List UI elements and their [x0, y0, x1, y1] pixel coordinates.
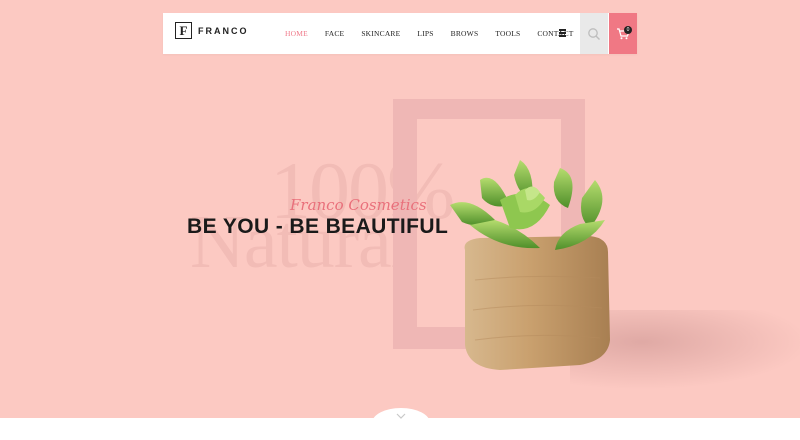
- chevron-down-icon: [396, 413, 406, 419]
- search-icon: [588, 27, 600, 40]
- top-navbar: F FRANCO HOME FACE SKINCARE LIPS BROWS T…: [163, 13, 637, 54]
- nav-item-skincare[interactable]: SKINCARE: [361, 29, 400, 38]
- scroll-down-button[interactable]: [372, 408, 430, 438]
- hero-script-title: Franco Cosmetics: [290, 196, 427, 214]
- logo-mark: F: [175, 22, 192, 39]
- hero-section: 100% Natural Franco Cosmetics BE YOU - B…: [0, 0, 800, 440]
- hamburger-icon[interactable]: [559, 29, 567, 37]
- cart-button[interactable]: 0: [609, 13, 637, 54]
- search-button[interactable]: [580, 13, 608, 54]
- nav-item-tools[interactable]: TOOLS: [495, 29, 520, 38]
- succulent-plant-image: [450, 160, 610, 370]
- cart-count-badge: 0: [624, 26, 632, 34]
- nav-item-brows[interactable]: BROWS: [451, 29, 479, 38]
- nav-item-home[interactable]: HOME: [285, 29, 308, 38]
- nav-item-face[interactable]: FACE: [325, 29, 344, 38]
- brand-logo[interactable]: F FRANCO: [175, 22, 249, 39]
- nav-item-contact[interactable]: CONTACT: [537, 29, 573, 38]
- nav-menu: HOME FACE SKINCARE LIPS BROWS TOOLS CONT…: [285, 13, 591, 54]
- logo-text: FRANCO: [198, 25, 249, 36]
- hero-headline: BE YOU - BE BEAUTIFUL: [187, 215, 449, 238]
- nav-item-lips[interactable]: LIPS: [417, 29, 433, 38]
